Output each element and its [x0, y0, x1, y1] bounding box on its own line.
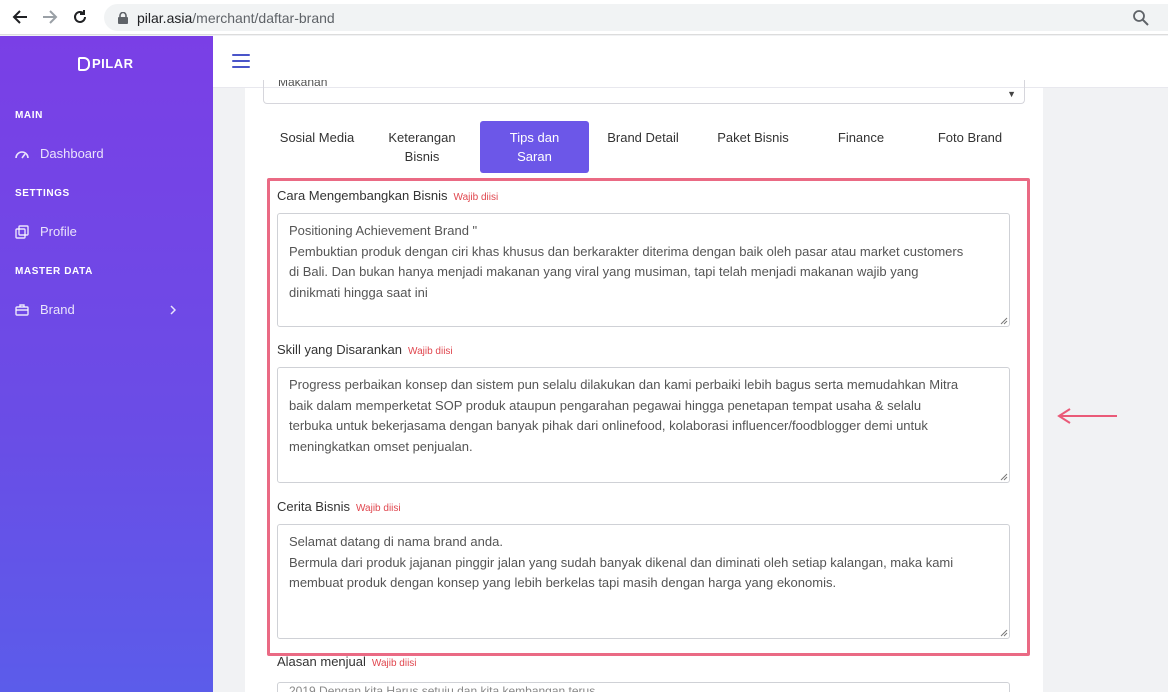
- sidebar: PILAR MAIN Dashboard SETTINGS Profile MA…: [0, 36, 213, 692]
- sidebar-item-dashboard[interactable]: Dashboard: [15, 146, 195, 161]
- tab-brand-detail[interactable]: Brand Detail: [599, 121, 687, 173]
- section-title-master-data: MASTER DATA: [15, 266, 93, 277]
- tab-label: Tips dan Saran: [509, 130, 560, 164]
- required-hint: Wajib diisi: [371, 658, 417, 669]
- category-select-value: Makanan: [278, 80, 328, 89]
- tab-keterangan-bisnis[interactable]: Keterangan Bisnis: [381, 121, 463, 173]
- hamburger-menu-icon[interactable]: [232, 54, 250, 68]
- sidebar-item-label: Dashboard: [40, 146, 104, 161]
- url-host: pilar.asia: [137, 9, 193, 26]
- sidebar-item-label: Brand: [40, 302, 75, 317]
- chevron-right-icon: [170, 304, 176, 315]
- arrow-left-icon: [1057, 408, 1117, 424]
- forward-icon[interactable]: [39, 6, 61, 28]
- back-icon[interactable]: [9, 6, 31, 28]
- tab-finance[interactable]: Finance: [819, 121, 903, 173]
- chevron-down-icon: ▼: [1007, 89, 1016, 99]
- sidebar-item-label: Profile: [40, 224, 77, 239]
- tab-sosial-media[interactable]: Sosial Media: [271, 121, 363, 173]
- browser-toolbar: pilar.asia/merchant/daftar-brand: [0, 0, 1168, 35]
- label-text: Alasan menjual: [277, 654, 366, 669]
- text-line: 2019 Dengan kita Harus setuju dan kita k…: [289, 684, 599, 692]
- url-path: /merchant/daftar-brand: [192, 9, 335, 26]
- tab-tips-dan-saran[interactable]: Tips dan Saran: [480, 121, 589, 173]
- zoom-icon[interactable]: [1132, 9, 1150, 27]
- page-background: [1043, 88, 1168, 692]
- tab-paket-bisnis[interactable]: Paket Bisnis: [709, 121, 797, 173]
- alasan-menjual-textarea[interactable]: 2019 Dengan kita Harus setuju dan kita k…: [277, 682, 1010, 692]
- section-title-settings: SETTINGS: [15, 188, 70, 199]
- briefcase-icon: [15, 303, 29, 316]
- sidebar-item-brand[interactable]: Brand: [15, 302, 195, 317]
- field-label-alasan: Alasan menjual Wajib diisi: [277, 654, 417, 669]
- form-tabs: Sosial Media Keterangan Bisnis Tips dan …: [263, 121, 1025, 173]
- copy-icon: [15, 224, 29, 239]
- logo-text: PILAR: [92, 56, 134, 71]
- section-title-main: MAIN: [15, 110, 43, 121]
- address-bar[interactable]: pilar.asia/merchant/daftar-brand: [104, 4, 1168, 31]
- highlight-annotation-box: [267, 178, 1030, 656]
- logo-mark-icon: [78, 56, 90, 71]
- tab-foto-brand[interactable]: Foto Brand: [926, 121, 1014, 173]
- sidebar-item-profile[interactable]: Profile: [15, 224, 195, 239]
- category-select[interactable]: Makanan ▼: [263, 80, 1025, 104]
- lock-icon: [118, 11, 128, 24]
- reload-icon[interactable]: [69, 6, 91, 28]
- speedometer-icon: [15, 150, 29, 158]
- logo[interactable]: PILAR: [78, 56, 134, 71]
